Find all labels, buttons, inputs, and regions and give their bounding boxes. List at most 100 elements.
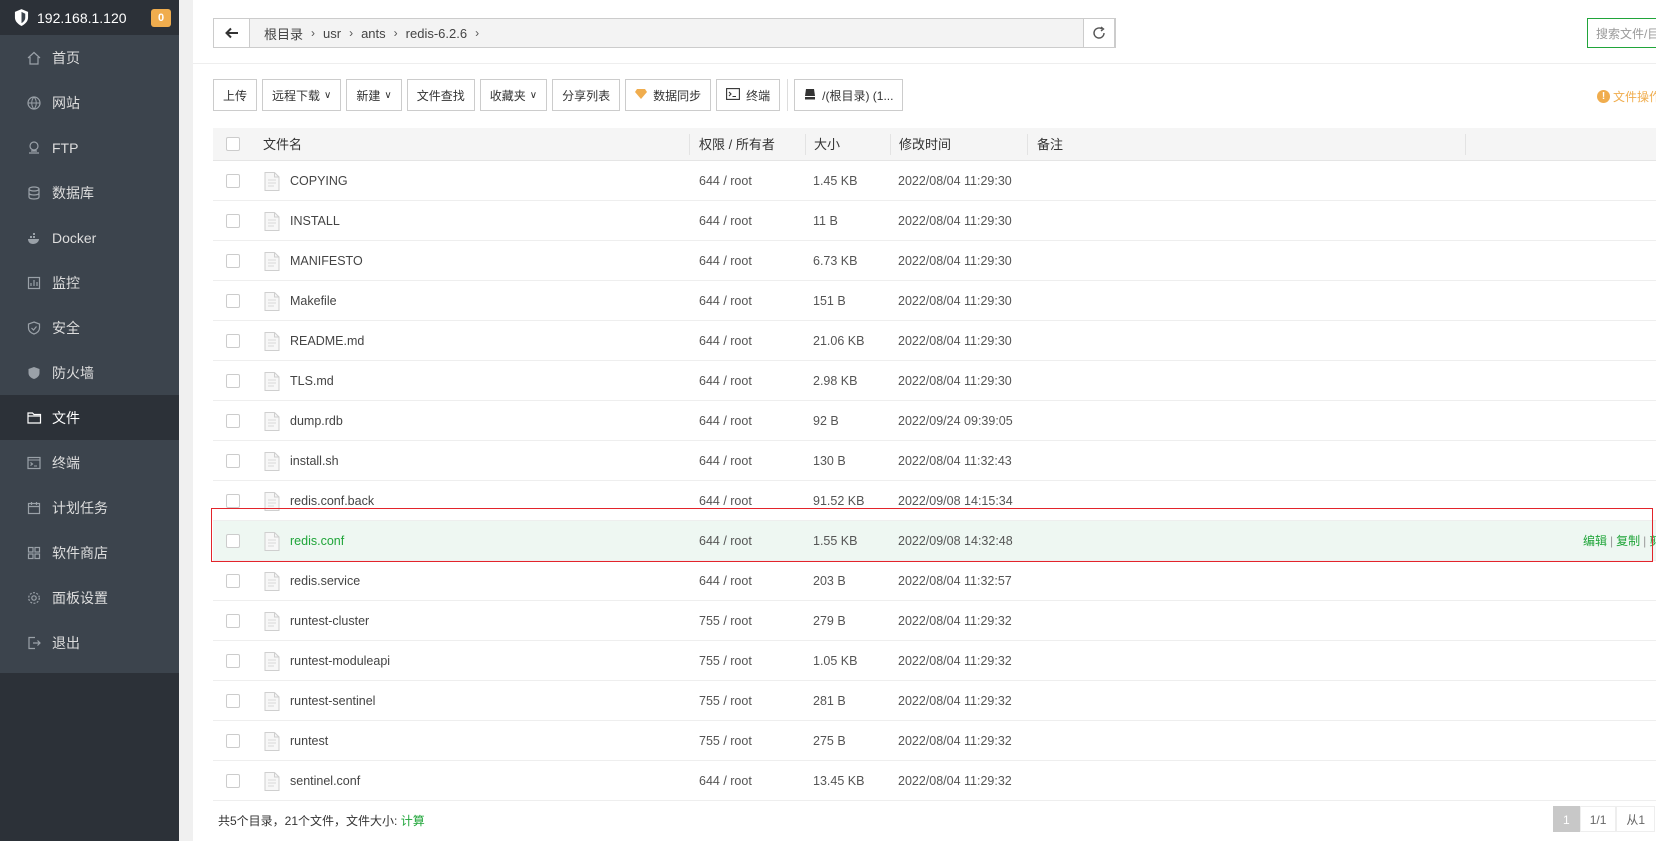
- sidebar-item-firewall[interactable]: 防火墙: [0, 350, 179, 395]
- new-button[interactable]: 新建 ∨: [346, 79, 402, 111]
- file-name[interactable]: dump.rdb: [290, 401, 343, 441]
- file-name[interactable]: INSTALL: [290, 201, 340, 241]
- row-checkbox[interactable]: [226, 174, 240, 188]
- file-name[interactable]: Makefile: [290, 281, 337, 321]
- file-permission[interactable]: 644 / root: [699, 521, 752, 561]
- disk-button[interactable]: /(根目录) (1...: [794, 79, 904, 111]
- file-name[interactable]: COPYING: [290, 161, 348, 201]
- file-find-button[interactable]: 文件查找: [406, 79, 475, 111]
- row-checkbox[interactable]: [226, 214, 240, 228]
- sidebar-item-ftp[interactable]: FTP: [0, 125, 179, 170]
- file-permission[interactable]: 644 / root: [699, 761, 752, 801]
- table-row[interactable]: runtest 755 / root 275 B 2022/08/04 11:2…: [213, 721, 1656, 761]
- remote-download-button[interactable]: 远程下载 ∨: [262, 79, 342, 111]
- terminal-button[interactable]: 终端: [716, 79, 781, 111]
- row-checkbox[interactable]: [226, 654, 240, 668]
- file-permission[interactable]: 644 / root: [699, 561, 752, 601]
- file-operations-tip[interactable]: ! 文件操作: [1597, 88, 1656, 105]
- file-permission[interactable]: 644 / root: [699, 201, 752, 241]
- table-row[interactable]: redis.service 644 / root 203 B 2022/08/0…: [213, 561, 1656, 601]
- row-checkbox[interactable]: [226, 454, 240, 468]
- sidebar-item-cron[interactable]: 计划任务: [0, 485, 179, 530]
- data-sync-button[interactable]: 数据同步: [625, 79, 712, 111]
- refresh-button[interactable]: [1083, 18, 1115, 48]
- file-name[interactable]: redis.conf.back: [290, 481, 374, 521]
- sidebar-item-docker[interactable]: Docker: [0, 215, 179, 260]
- file-name[interactable]: MANIFESTO: [290, 241, 363, 281]
- upload-button[interactable]: 上传: [213, 79, 258, 111]
- table-row[interactable]: sentinel.conf 644 / root 13.45 KB 2022/0…: [213, 761, 1656, 801]
- file-permission[interactable]: 755 / root: [699, 681, 752, 721]
- cut-link[interactable]: 剪切: [1649, 534, 1656, 548]
- file-name[interactable]: install.sh: [290, 441, 339, 481]
- sidebar-item-database[interactable]: 数据库: [0, 170, 179, 215]
- notification-badge[interactable]: 0: [151, 8, 171, 27]
- column-header-modified[interactable]: 修改时间: [899, 128, 951, 161]
- table-row[interactable]: dump.rdb 644 / root 92 B 2022/09/24 09:3…: [213, 401, 1656, 441]
- breadcrumb-item[interactable]: redis-6.2.6: [398, 26, 475, 41]
- file-name[interactable]: redis.service: [290, 561, 360, 601]
- table-row-selected[interactable]: redis.conf 644 / root 1.55 KB 2022/09/08…: [213, 521, 1656, 561]
- file-permission[interactable]: 644 / root: [699, 481, 752, 521]
- file-permission[interactable]: 644 / root: [699, 321, 752, 361]
- row-checkbox[interactable]: [226, 694, 240, 708]
- sidebar-item-terminal[interactable]: 终端: [0, 440, 179, 485]
- breadcrumb-item[interactable]: ants: [353, 26, 394, 41]
- sidebar-item-files[interactable]: 文件: [0, 395, 179, 440]
- sidebar-item-website[interactable]: 网站: [0, 80, 179, 125]
- file-permission[interactable]: 644 / root: [699, 401, 752, 441]
- table-row[interactable]: runtest-cluster 755 / root 279 B 2022/08…: [213, 601, 1656, 641]
- sidebar-item-monitor[interactable]: 监控: [0, 260, 179, 305]
- breadcrumb-item[interactable]: 根目录: [256, 24, 311, 43]
- file-permission[interactable]: 644 / root: [699, 241, 752, 281]
- file-name[interactable]: redis.conf: [290, 521, 344, 561]
- table-row[interactable]: runtest-moduleapi 755 / root 1.05 KB 202…: [213, 641, 1656, 681]
- copy-link[interactable]: 复制: [1616, 534, 1640, 548]
- table-row[interactable]: MANIFESTO 644 / root 6.73 KB 2022/08/04 …: [213, 241, 1656, 281]
- file-permission[interactable]: 644 / root: [699, 281, 752, 321]
- row-checkbox[interactable]: [226, 254, 240, 268]
- file-name[interactable]: README.md: [290, 321, 364, 361]
- back-button[interactable]: [214, 19, 250, 47]
- share-list-button[interactable]: 分享列表: [552, 79, 621, 111]
- row-checkbox[interactable]: [226, 294, 240, 308]
- file-name[interactable]: TLS.md: [290, 361, 334, 401]
- path-bar[interactable]: 根目录 › usr › ants › redis-6.2.6 ›: [213, 18, 1116, 48]
- file-name[interactable]: runtest-cluster: [290, 601, 369, 641]
- table-row[interactable]: COPYING 644 / root 1.45 KB 2022/08/04 11…: [213, 161, 1656, 201]
- table-row[interactable]: redis.conf.back 644 / root 91.52 KB 2022…: [213, 481, 1656, 521]
- table-row[interactable]: runtest-sentinel 755 / root 281 B 2022/0…: [213, 681, 1656, 721]
- row-checkbox[interactable]: [226, 494, 240, 508]
- page-current[interactable]: 1: [1553, 806, 1580, 832]
- row-checkbox[interactable]: [226, 414, 240, 428]
- table-row[interactable]: Makefile 644 / root 151 B 2022/08/04 11:…: [213, 281, 1656, 321]
- row-checkbox[interactable]: [226, 534, 240, 548]
- breadcrumb-item[interactable]: usr: [315, 26, 349, 41]
- sidebar-item-store[interactable]: 软件商店: [0, 530, 179, 575]
- sidebar-item-logout[interactable]: 退出: [0, 620, 179, 665]
- row-checkbox[interactable]: [226, 774, 240, 788]
- column-header-size[interactable]: 大小: [814, 128, 840, 161]
- file-permission[interactable]: 755 / root: [699, 641, 752, 681]
- sidebar-item-home[interactable]: 首页: [0, 35, 179, 80]
- row-checkbox[interactable]: [226, 334, 240, 348]
- file-name[interactable]: runtest: [290, 721, 328, 761]
- search-input[interactable]: 搜索文件/目: [1587, 18, 1656, 48]
- table-row[interactable]: INSTALL 644 / root 11 B 2022/08/04 11:29…: [213, 201, 1656, 241]
- edit-link[interactable]: 编辑: [1583, 534, 1607, 548]
- row-checkbox[interactable]: [226, 374, 240, 388]
- column-header-name[interactable]: 文件名: [263, 128, 302, 161]
- select-all-checkbox[interactable]: [226, 137, 240, 151]
- file-name[interactable]: sentinel.conf: [290, 761, 360, 801]
- calculate-size-link[interactable]: 计算: [401, 814, 425, 828]
- table-row[interactable]: install.sh 644 / root 130 B 2022/08/04 1…: [213, 441, 1656, 481]
- row-checkbox[interactable]: [226, 614, 240, 628]
- sidebar-item-security[interactable]: 安全: [0, 305, 179, 350]
- table-row[interactable]: README.md 644 / root 21.06 KB 2022/08/04…: [213, 321, 1656, 361]
- table-row[interactable]: TLS.md 644 / root 2.98 KB 2022/08/04 11:…: [213, 361, 1656, 401]
- row-checkbox[interactable]: [226, 574, 240, 588]
- sidebar-item-settings[interactable]: 面板设置: [0, 575, 179, 620]
- row-checkbox[interactable]: [226, 734, 240, 748]
- file-permission[interactable]: 644 / root: [699, 361, 752, 401]
- file-name[interactable]: runtest-moduleapi: [290, 641, 390, 681]
